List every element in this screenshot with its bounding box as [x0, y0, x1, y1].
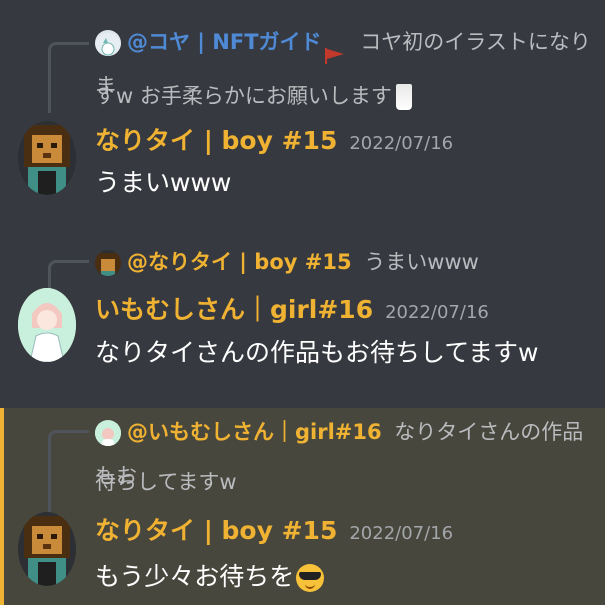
reply-text-line1: うまいwww [364, 250, 479, 274]
reply-author[interactable]: @いもむしさん｜girl#16 [127, 420, 382, 444]
reply-spine [48, 430, 89, 513]
girl-drawing-avatar-icon [95, 420, 121, 446]
timestamp: 2022/07/16 [385, 302, 489, 323]
reply-text-line2: 待ちしてますw [95, 470, 237, 494]
author-name[interactable]: なりタイ | boy #15 [95, 516, 337, 545]
milk-glass-icon [395, 84, 412, 110]
message-header: なりタイ | boy #15 2022/07/16 [95, 515, 453, 550]
reply-author[interactable]: @なりタイ | boy #15 [127, 250, 352, 274]
author-name[interactable]: いもむしさん｜girl#16 [95, 295, 373, 324]
flag-icon [324, 35, 346, 64]
message-text: もう少々お待ちを [95, 562, 295, 591]
sunglasses-face-icon [296, 564, 325, 592]
reply-preview[interactable]: @なりタイ | boy #15 うまいwww [95, 240, 597, 284]
avatar[interactable] [18, 288, 76, 362]
lion-pixel-avatar-icon [95, 250, 121, 276]
timestamp: 2022/07/16 [349, 523, 454, 544]
girl-drawing-avatar [18, 288, 76, 362]
message-1: @コヤ | NFTガイド コヤ初のイラストになりま すw お手柔らかにお願いしま… [0, 0, 605, 205]
reply-spine [48, 42, 89, 113]
reply-author[interactable]: @コヤ | NFTガイド [127, 30, 322, 54]
message-content: もう少々お待ちを [95, 560, 325, 594]
message-content: うまいwww [95, 168, 232, 197]
reply-preview-continued: 待ちしてますw [95, 460, 597, 504]
reply-text-line2: すw お手柔らかにお願いします [95, 84, 392, 108]
lion-pixel-avatar [18, 512, 76, 586]
message-header: いもむしさん｜girl#16 2022/07/16 [95, 294, 489, 329]
author-name[interactable]: なりタイ | boy #15 [95, 126, 337, 155]
message-3: @いもむしさん｜girl#16 なりタイさんの作品もお 待ちしてますw なりタイ… [0, 408, 605, 605]
lion-pixel-avatar [18, 121, 76, 195]
koya-avatar-icon [95, 30, 121, 56]
timestamp: 2022/07/16 [349, 133, 454, 154]
avatar[interactable] [18, 121, 76, 195]
message-content: なりタイさんの作品もお待ちしてますw [95, 338, 539, 367]
reply-preview-continued: すw お手柔らかにお願いします [95, 74, 597, 118]
message-2: @なりタイ | boy #15 うまいwww いもむしさん｜girl#16 202… [0, 230, 605, 400]
message-header: なりタイ | boy #15 2022/07/16 [95, 125, 453, 160]
avatar[interactable] [18, 512, 76, 586]
